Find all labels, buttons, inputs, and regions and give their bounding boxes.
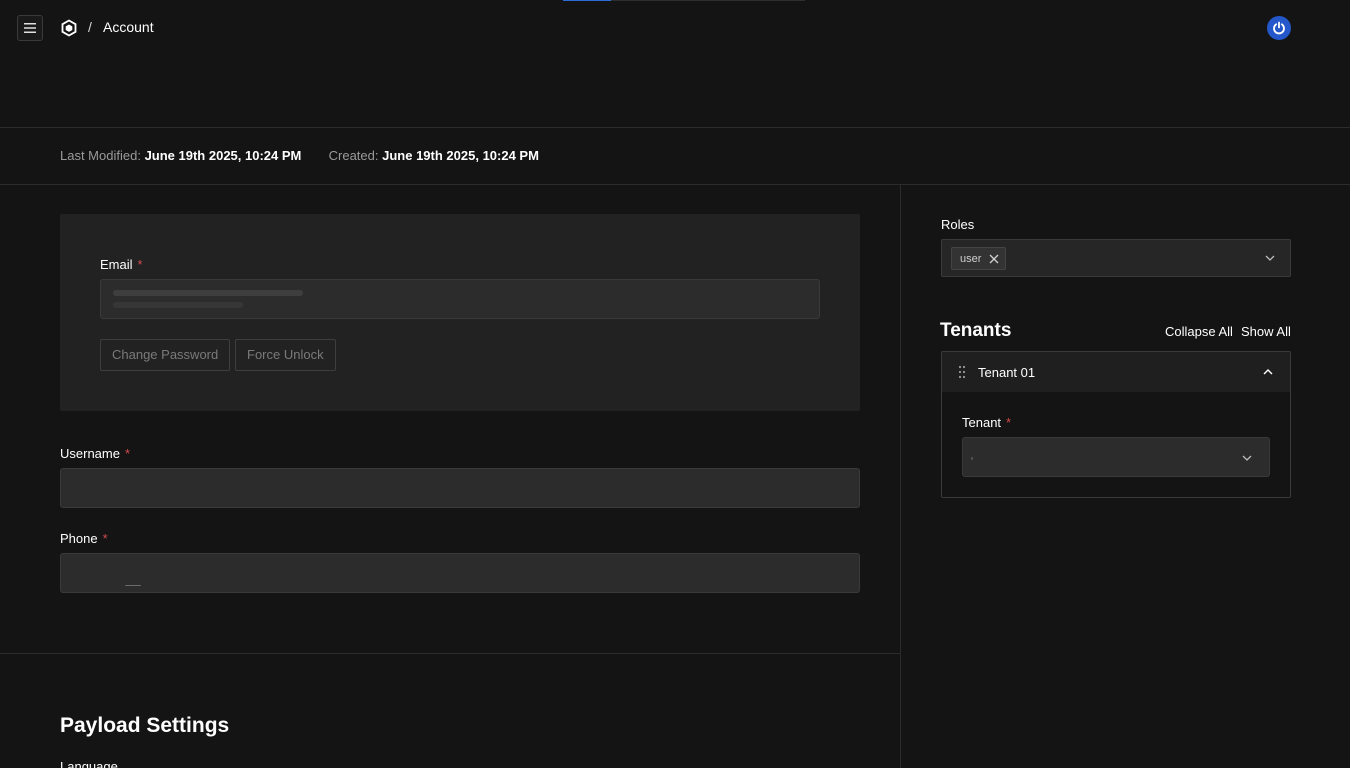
- show-all-button[interactable]: Show All: [1241, 324, 1291, 339]
- tenant-item-card: Tenant 01 Tenant *: [941, 351, 1291, 498]
- hamburger-icon: [24, 23, 36, 33]
- username-label: Username *: [60, 446, 131, 461]
- roles-label: Roles: [941, 217, 975, 232]
- collapse-all-button[interactable]: Collapse All: [1165, 324, 1233, 339]
- section-divider: [0, 653, 900, 654]
- tenant-item-header[interactable]: Tenant 01: [942, 352, 1290, 392]
- document-meta: Last Modified: June 19th 2025, 10:24 PM …: [60, 148, 539, 163]
- tenant-item-title: Tenant 01: [978, 365, 1036, 380]
- header-divider: [0, 127, 1350, 128]
- required-mark: *: [102, 531, 108, 546]
- top-header: / Account: [0, 0, 1350, 56]
- close-icon[interactable]: [987, 252, 1001, 266]
- phone-value-redacted: [125, 585, 141, 586]
- roles-select[interactable]: user: [941, 239, 1291, 277]
- tenant-select[interactable]: [962, 437, 1270, 477]
- last-modified-label: Last Modified:: [60, 148, 141, 163]
- sidebar-divider: [900, 185, 901, 768]
- phone-label: Phone *: [60, 531, 108, 546]
- phone-input[interactable]: [60, 553, 860, 593]
- chevron-down-icon: [1265, 255, 1275, 261]
- power-button[interactable]: [1267, 16, 1291, 40]
- email-input[interactable]: [100, 279, 820, 319]
- tenant-field-label: Tenant *: [962, 415, 1012, 430]
- required-mark: *: [1006, 415, 1012, 430]
- required-mark: *: [124, 446, 131, 461]
- breadcrumb-current: Account: [103, 19, 154, 35]
- chevron-up-icon[interactable]: [1262, 366, 1274, 378]
- app-root: / Account Last Modified: June 19th 2025,…: [0, 0, 1350, 768]
- change-password-button[interactable]: Change Password: [100, 339, 231, 371]
- last-modified-value: June 19th 2025, 10:24 PM: [144, 148, 302, 163]
- required-mark: *: [137, 257, 143, 272]
- created-label: Created:: [328, 148, 379, 163]
- role-chip: user: [951, 247, 1007, 270]
- meta-divider: [0, 184, 1350, 185]
- language-label: Language: [60, 759, 118, 768]
- email-value-redacted: [113, 290, 303, 296]
- chevron-down-icon: [1242, 455, 1252, 461]
- cube-logo-icon[interactable]: [60, 19, 78, 37]
- tenants-title: Tenants: [940, 320, 1012, 341]
- email-card: Email * Change Password Force Unlock: [60, 214, 860, 411]
- payload-settings-title: Payload Settings: [60, 714, 230, 737]
- created-value: June 19th 2025, 10:24 PM: [382, 148, 539, 163]
- breadcrumb-separator: /: [88, 19, 92, 35]
- power-icon: [1273, 21, 1285, 35]
- menu-button[interactable]: [17, 15, 43, 41]
- email-value-redacted: [113, 302, 243, 308]
- drag-handle-icon[interactable]: [957, 365, 967, 379]
- username-input[interactable]: [60, 468, 860, 508]
- email-label: Email *: [100, 257, 143, 272]
- tenant-value-redacted: [971, 457, 973, 460]
- role-chip-label: user: [960, 252, 982, 265]
- force-unlock-button[interactable]: Force Unlock: [235, 339, 336, 371]
